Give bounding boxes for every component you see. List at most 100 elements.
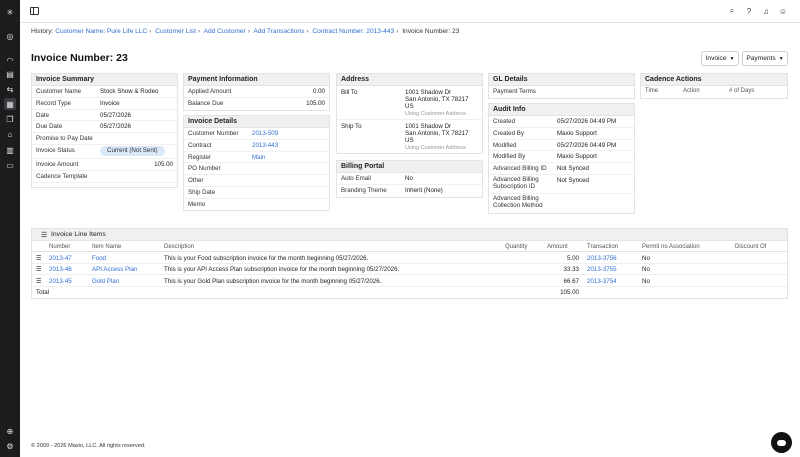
payment-row: Balance Due 105.00 [188, 99, 325, 107]
table-row: ☰ 2013-46 API Access Plan This is your A… [32, 264, 787, 275]
customer-number-link[interactable]: 2013-509 [252, 130, 278, 137]
total-value: 105.00 [560, 289, 579, 296]
item-name-link[interactable]: Food [92, 255, 106, 262]
contract-link[interactable]: 2013-443 [252, 142, 278, 149]
help-icon[interactable]: ? [744, 6, 754, 16]
breadcrumb-contract[interactable]: Contract Number: 2013-443 [312, 28, 394, 35]
panel-title: Invoice Summary [32, 74, 177, 86]
line-number-link[interactable]: 2013-47 [49, 255, 72, 262]
details-row: Memo [188, 200, 206, 208]
notifications-icon[interactable]: ♫ [761, 6, 771, 16]
bill-to-label: Bill To [341, 89, 358, 96]
dashboard-icon[interactable]: ◎ [4, 30, 16, 42]
customer-name-link[interactable]: Stock Show & Rodeo [100, 88, 158, 95]
payment-row: Applied Amount 0.00 [184, 86, 329, 98]
brand-logo-icon[interactable]: ✳ [4, 6, 16, 18]
panel-title: Audit Info [489, 104, 634, 116]
copy-icon[interactable]: ❐ [4, 113, 16, 125]
portal-row: Branding Theme Inherit (None) [341, 186, 443, 194]
bill-to-row: Bill To 1001 Shadow Dr San Antonio, TX 7… [337, 86, 482, 120]
item-name-link[interactable]: API Access Plan [92, 266, 137, 273]
gl-row: Payment Terms [493, 88, 536, 95]
summary-row: Record Type Invoice [32, 98, 177, 110]
invoices-icon[interactable]: ▦ [4, 98, 16, 110]
list-icon: ☰ [41, 232, 48, 239]
revenue-icon[interactable]: ◠ [4, 54, 16, 66]
caret-down-icon: ▼ [729, 55, 735, 62]
line-items-columns: Number Item Name Description Quantity Am… [32, 241, 787, 252]
audit-row: Advanced Billing Collection Method [493, 194, 543, 209]
row-menu-icon[interactable]: ☰ [36, 266, 42, 273]
summary-row: Cadence Template [32, 171, 177, 183]
details-row: Register Main [184, 152, 329, 164]
ship-to-address: 1001 Shadow Dr San Antonio, TX 78217 US … [405, 123, 469, 151]
summary-row: Customer Name Stock Show & Rodeo [32, 86, 177, 98]
details-row: Customer Number 2013-509 [184, 128, 329, 140]
row-menu-icon[interactable]: ☰ [36, 255, 42, 262]
chat-icon[interactable] [771, 432, 792, 453]
transaction-link[interactable]: 2013-3756 [587, 255, 617, 262]
ship-to-label: Ship To [341, 123, 362, 130]
cadence-columns: Time Action # of Days [645, 88, 755, 94]
invoice-line-items: ☰ Invoice Line Items Number Item Name De… [31, 228, 788, 299]
row-menu-icon[interactable]: ☰ [36, 278, 42, 285]
breadcrumb-add-transactions[interactable]: Add Transactions [253, 28, 304, 35]
audit-row: Advanced Billing Subscription ID Not Sync… [489, 175, 634, 194]
line-number-link[interactable]: 2013-46 [49, 266, 72, 273]
customers-icon[interactable]: ▤ [4, 68, 16, 80]
gl-details-panel: GL Details Payment Terms [488, 73, 635, 99]
line-number-link[interactable]: 2013-45 [49, 278, 72, 285]
page-title: Invoice Number: 23 [31, 52, 128, 64]
billing-portal-panel: Billing Portal Auto Email No Branding The… [336, 160, 483, 198]
transaction-link[interactable]: 2013-3754 [587, 278, 617, 285]
transaction-link[interactable]: 2013-3755 [587, 266, 617, 273]
details-row: Other [184, 175, 329, 187]
audit-row: Advanced Billing ID Not Synced [489, 163, 634, 175]
summary-row: Due Date 05/27/2026 [32, 121, 177, 134]
settings-icon[interactable]: ⚙ [4, 440, 16, 452]
invoice-menu-button[interactable]: Invoice ▼ [701, 51, 739, 66]
audit-row: Modified 05/27/2026 04:49 PM [489, 140, 634, 152]
breadcrumb-add-customer[interactable]: Add Customer [204, 28, 246, 35]
payments-menu-label: Payments [746, 55, 776, 62]
sidebar-toggle-icon[interactable] [30, 7, 39, 15]
audit-row: Created By Maxio Support [489, 128, 634, 140]
item-name-link[interactable]: Gold Plan [92, 278, 119, 285]
summary-row: Promise to Pay Date [32, 133, 177, 145]
user-icon[interactable]: ☺ [778, 6, 788, 16]
table-row: ☰ 2013-47 Food This is your Food subscri… [32, 252, 787, 264]
summary-row: Invoice Amount 105.00 [32, 159, 177, 171]
details-row: PO Number [184, 163, 329, 176]
panel-title: Payment Information [184, 74, 329, 86]
ship-to-row: Ship To 1001 Shadow Dr San Antonio, TX 7… [337, 120, 482, 154]
top-bar: ⌕ ? ♫ ☺ [20, 0, 800, 23]
add-icon[interactable]: ⊕ [4, 425, 16, 437]
search-icon[interactable]: ⌕ [727, 6, 737, 16]
banking-icon[interactable]: ⌂ [4, 128, 16, 140]
cadence-actions-panel: Cadence Actions Time Action # of Days [640, 73, 788, 99]
total-row: Total 105.00 [32, 287, 787, 299]
caret-down-icon: ▼ [778, 55, 784, 62]
portal-row: Auto Email No [337, 173, 482, 185]
breadcrumb-customer[interactable]: Customer Name: Pure Life LLC [55, 28, 147, 35]
line-items-header: ☰ Invoice Line Items [32, 229, 787, 241]
breadcrumb-current: Invoice Number: 23 [402, 28, 460, 35]
payments-menu-button[interactable]: Payments ▼ [742, 51, 788, 66]
register-link[interactable]: Main [252, 154, 265, 161]
footer-copyright: © 2009 - 2026 Maxio, LLC. All rights res… [31, 443, 146, 449]
summary-row: Date 05/27/2026 [32, 110, 177, 122]
breadcrumb-customer-list[interactable]: Customer List [155, 28, 196, 35]
billing-icon[interactable]: ▭ [4, 159, 16, 171]
details-row: Contract 2013-443 [184, 140, 329, 152]
invoice-details-panel: Invoice Details Customer Number 2013-509 … [183, 115, 330, 211]
summary-row: Invoice Status Current (Not Sent) [32, 145, 177, 159]
invoice-menu-label: Invoice [705, 55, 727, 62]
reports-icon[interactable]: ▥ [4, 144, 16, 156]
transfer-icon[interactable]: ⇆ [4, 83, 16, 95]
total-label: Total [36, 289, 50, 296]
panel-title: Cadence Actions [641, 74, 787, 86]
breadcrumb-prefix: History: [31, 28, 54, 35]
payment-information-panel: Payment Information Applied Amount 0.00 B… [183, 73, 330, 111]
details-row: Ship Date [184, 187, 329, 199]
table-row: ☰ 2013-45 Gold Plan This is your Gold Pl… [32, 275, 787, 287]
